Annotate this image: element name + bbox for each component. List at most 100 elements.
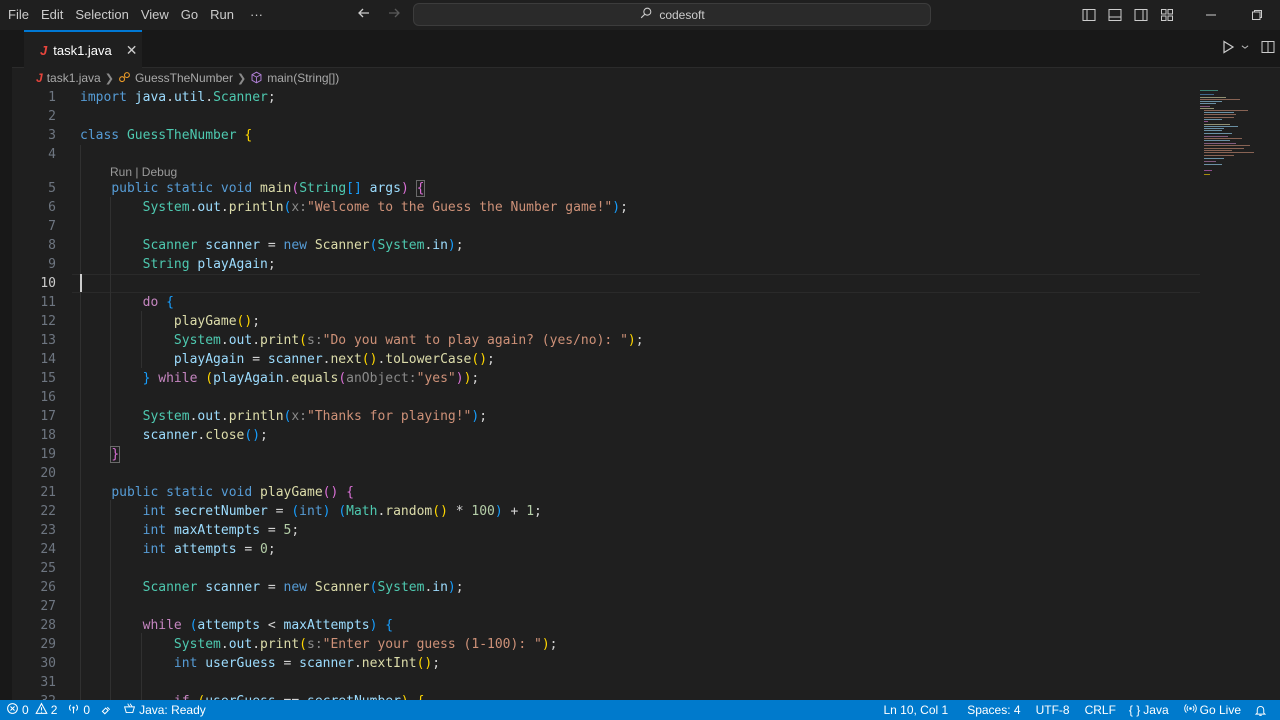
codelens-run-debug[interactable]: Run | Debug [110, 164, 177, 180]
cursor-position[interactable]: Ln 10, Col 1 [878, 700, 962, 720]
chevron-down-icon[interactable] [1240, 39, 1250, 60]
menu-more[interactable]: ··· [240, 0, 269, 30]
go-live-button[interactable]: Go Live [1179, 700, 1249, 720]
line-number: 27 [40, 599, 56, 614]
code-line[interactable]: 28 while (attempts < maxAttempts) { [12, 616, 1192, 635]
code-token: ) [612, 200, 621, 215]
minimap-line [1200, 106, 1210, 107]
forward-arrow-icon[interactable] [386, 5, 402, 26]
code-token: System [377, 238, 425, 253]
code-token: userGuess [205, 656, 276, 671]
code-text: scanner.close(); [80, 426, 268, 445]
code-token: scanner [205, 238, 261, 253]
code-token: x: [291, 409, 308, 424]
code-line[interactable]: 16 [12, 388, 1192, 407]
back-arrow-icon[interactable] [356, 5, 372, 26]
code-line[interactable]: 10 [12, 274, 1192, 293]
java-status[interactable]: Java: Ready [118, 700, 211, 720]
run-icon[interactable] [1220, 39, 1236, 60]
customize-layout-icon[interactable] [1154, 0, 1180, 30]
code-text: int userGuess = scanner.nextInt(); [80, 654, 440, 673]
code-line[interactable]: 22 int secretNumber = (int) (Math.random… [12, 502, 1192, 521]
toggle-primary-sidebar-icon[interactable] [1076, 0, 1102, 30]
minimize-icon[interactable] [1188, 0, 1234, 30]
command-center-search[interactable]: codesoft [413, 3, 931, 26]
code-token: print [260, 333, 300, 348]
split-editor-icon[interactable] [1260, 39, 1276, 60]
code-line[interactable]: 8 Scanner scanner = new Scanner(System.i… [12, 236, 1192, 255]
code-text: do { [80, 293, 174, 312]
code-line[interactable]: 15 } while (playAgain.equals(anObject:"y… [12, 369, 1192, 388]
restore-icon[interactable] [1234, 0, 1280, 30]
line-number: 17 [40, 409, 56, 424]
code-token: static [166, 181, 214, 196]
breadcrumb-class[interactable]: GuessTheNumber [135, 71, 233, 85]
minimap-line [1204, 117, 1234, 118]
code-line[interactable]: 29 System.out.print(s:"Enter your guess … [12, 635, 1192, 654]
notifications-icon[interactable] [1249, 700, 1272, 720]
breadcrumb-file[interactable]: task1.java [47, 71, 101, 85]
code-editor[interactable]: Run | Debug 1 import java.util.Scanner; 2 3… [12, 88, 1280, 700]
minimap-line [1204, 136, 1228, 137]
menu-file[interactable]: File [0, 0, 35, 30]
minimap-line [1200, 94, 1214, 95]
code-line[interactable]: 25 [12, 559, 1192, 578]
code-token: new [283, 580, 308, 595]
code-token: ; [479, 409, 488, 424]
code-line[interactable]: 31 [12, 673, 1192, 692]
code-line[interactable]: 9 String playAgain; [12, 255, 1192, 274]
toggle-secondary-sidebar-icon[interactable] [1128, 0, 1154, 30]
code-line[interactable]: 12 playGame(); [12, 312, 1192, 331]
encoding[interactable]: UTF-8 [1031, 700, 1080, 720]
end-of-line[interactable]: CRLF [1080, 700, 1124, 720]
code-line[interactable]: 26 Scanner scanner = new Scanner(System.… [12, 578, 1192, 597]
code-line[interactable]: 2 [12, 107, 1192, 126]
menu-view[interactable]: View [135, 0, 175, 30]
code-token: "Do you want to play again? (yes/no): " [322, 333, 628, 348]
code-line[interactable]: 14 playAgain = scanner.next().toLowerCas… [12, 350, 1192, 369]
code-line[interactable]: 30 int userGuess = scanner.nextInt(); [12, 654, 1192, 673]
code-line[interactable]: 27 [12, 597, 1192, 616]
code-line[interactable]: 11 do { [12, 293, 1192, 312]
problems-indicator[interactable]: 0 2 [0, 700, 62, 720]
code-line[interactable]: 4 [12, 145, 1192, 164]
menu-run[interactable]: Run [204, 0, 240, 30]
menu-go[interactable]: Go [175, 0, 204, 30]
code-line[interactable]: 13 System.out.print(s:"Do you want to pl… [12, 331, 1192, 350]
code-line[interactable]: 24 int attempts = 0; [12, 540, 1192, 559]
code-line[interactable]: 3 class GuessTheNumber { [12, 126, 1192, 145]
code-token: new [283, 238, 308, 253]
menu-selection[interactable]: Selection [69, 0, 134, 30]
code-line[interactable]: 32 if (userGuess == secretNumber) { [12, 692, 1192, 700]
code-line[interactable]: 6 System.out.println(x:"Welcome to the G… [12, 198, 1192, 217]
code-token: ( [205, 371, 214, 386]
minimap[interactable] [1196, 88, 1280, 188]
code-line[interactable]: 18 scanner.close(); [12, 426, 1192, 445]
toggle-panel-icon[interactable] [1102, 0, 1128, 30]
menu-edit[interactable]: Edit [35, 0, 69, 30]
minimap-line [1200, 99, 1240, 100]
code-line[interactable]: 20 [12, 464, 1192, 483]
code-line[interactable]: 19 } [12, 445, 1192, 464]
code-line[interactable]: 5 public static void main(String[] args)… [12, 179, 1192, 198]
java-file-icon: J [36, 71, 43, 85]
code-token: anObject: [346, 371, 417, 386]
code-token: = [244, 352, 268, 367]
code-line[interactable]: 17 System.out.println(x:"Thanks for play… [12, 407, 1192, 426]
code-token: System [173, 333, 221, 348]
language-mode[interactable]: { } Java [1124, 700, 1179, 720]
remote-sync-icon[interactable] [95, 700, 118, 720]
code-line[interactable]: 7 [12, 217, 1192, 236]
code-line[interactable]: 21 public static void playGame() { [12, 483, 1192, 502]
code-line[interactable]: 1 import java.util.Scanner; [12, 88, 1192, 107]
code-line[interactable]: 23 int maxAttempts = 5; [12, 521, 1192, 540]
close-icon[interactable]: ✕ [126, 42, 138, 59]
ports-indicator[interactable]: 0 [62, 700, 95, 720]
code-token: out [228, 333, 253, 348]
indentation[interactable]: Spaces: 4 [962, 700, 1030, 720]
tab-task1-java[interactable]: J task1.java ✕ [24, 30, 142, 68]
line-number: 26 [40, 580, 56, 595]
code-token: playGame [260, 485, 323, 500]
breadcrumb-method[interactable]: main(String[]) [267, 71, 339, 85]
